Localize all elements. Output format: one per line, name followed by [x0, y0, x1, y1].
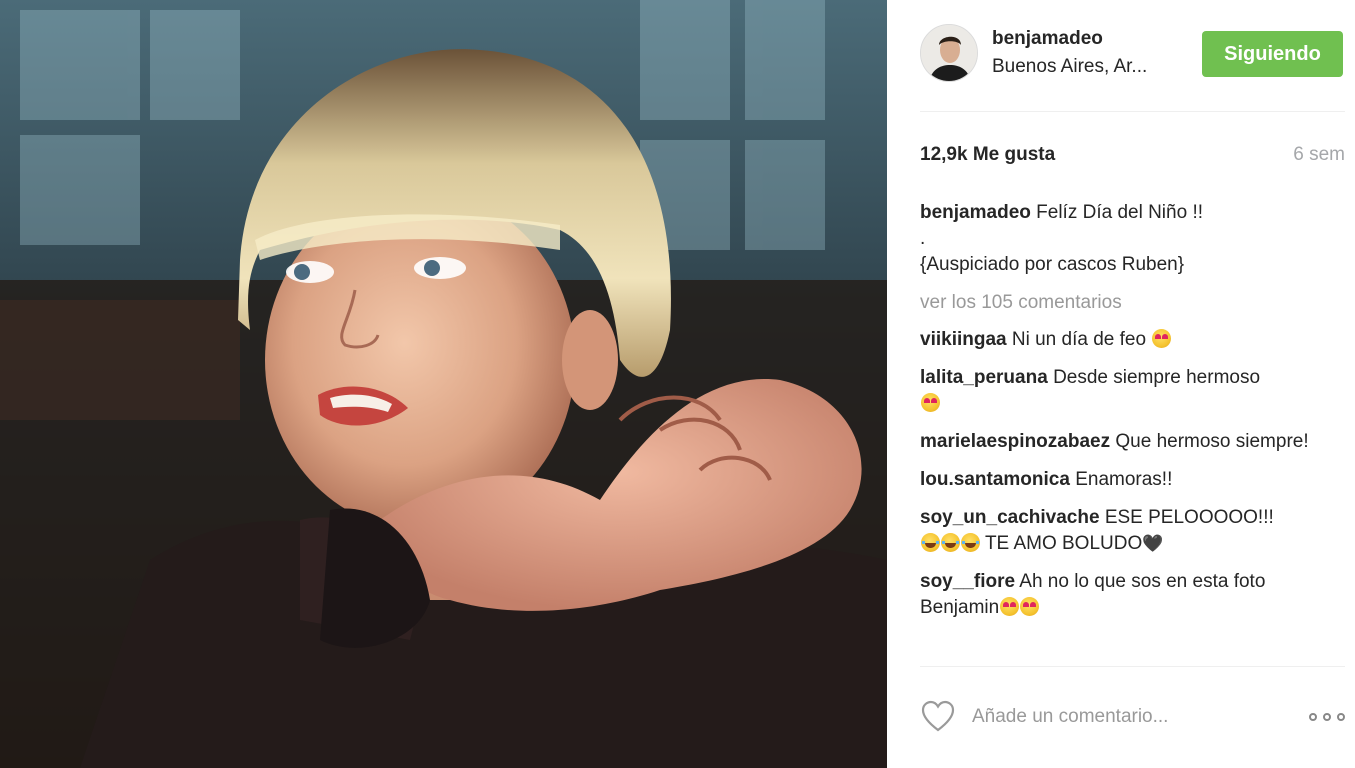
comment-username[interactable]: soy_un_cachivache — [920, 507, 1100, 528]
view-all-comments-link[interactable]: ver los 105 comentarios — [920, 290, 1345, 316]
comment: marielaespinozabaez Que hermoso siempre! — [920, 429, 1345, 455]
divider — [920, 666, 1345, 667]
comment-bar — [920, 700, 1345, 734]
caption-text: Felíz Día del Niño !! — [1036, 202, 1203, 223]
comment-text: Enamoras!! — [1075, 469, 1173, 490]
instagram-post: benjamadeo Buenos Aires, Ar... Siguiendo… — [0, 0, 1355, 768]
heart-eyes-emoji-icon — [1000, 597, 1020, 616]
following-button[interactable]: Siguiendo — [1202, 31, 1343, 77]
comment-text: Que hermoso siempre! — [1115, 431, 1309, 452]
add-comment-input[interactable] — [970, 702, 1274, 732]
comment: soy_un_cachivache ESE PELOOOOO!!! TE AMO… — [920, 505, 1345, 557]
post-photo-image — [0, 0, 887, 768]
heart-eyes-emoji-icon — [1152, 329, 1172, 348]
post-header: benjamadeo Buenos Aires, Ar... Siguiendo — [920, 22, 1345, 90]
divider — [920, 111, 1345, 112]
post-photo[interactable] — [0, 0, 887, 768]
heart-eyes-emoji-icon — [921, 393, 940, 412]
joy-emoji-icon — [961, 533, 980, 552]
caption: benjamadeo Felíz Día del Niño !! . {Ausp… — [920, 200, 1345, 278]
comment-username[interactable]: marielaespinozabaez — [920, 431, 1110, 452]
author-username[interactable]: benjamadeo — [992, 28, 1103, 50]
avatar[interactable] — [920, 24, 978, 82]
dot — [1309, 713, 1317, 721]
caption-username[interactable]: benjamadeo — [920, 202, 1031, 223]
likes-row: 12,9k Me gusta 6 sem — [920, 144, 1345, 170]
comment: soy__fiore Ah no lo que sos en esta foto… — [920, 569, 1345, 621]
caption-text-line2: . — [920, 228, 926, 249]
post-location[interactable]: Buenos Aires, Ar... — [992, 56, 1172, 78]
comment: lou.santamonica Enamoras!! — [920, 467, 1345, 493]
joy-emoji-icon — [941, 533, 960, 552]
comment-username[interactable]: viikiingaa — [920, 329, 1007, 350]
dot — [1337, 713, 1345, 721]
joy-emoji-icon — [921, 533, 940, 552]
comment-username[interactable]: lalita_peruana — [920, 367, 1048, 388]
heart-eyes-emoji-icon — [1020, 597, 1040, 616]
comment-text: Desde siempre hermoso — [1053, 367, 1261, 388]
likes-count[interactable]: 12,9k Me gusta — [920, 144, 1055, 166]
black-heart-icon: 🖤 — [1142, 534, 1164, 553]
comment-text-line2: TE AMO BOLUDO — [984, 533, 1143, 554]
post-time[interactable]: 6 sem — [1293, 144, 1345, 166]
comment: lalita_peruana Desde siempre hermoso — [920, 365, 1345, 417]
heart-outline-icon[interactable] — [920, 700, 956, 734]
comment-text: Ni un día de feo — [1011, 329, 1147, 350]
more-options-icon[interactable] — [1309, 707, 1345, 727]
comments-list: benjamadeo Felíz Día del Niño !! . {Ausp… — [920, 200, 1345, 633]
comment-text: ESE PELOOOOO!!! — [1104, 507, 1274, 528]
post-sidebar: benjamadeo Buenos Aires, Ar... Siguiendo… — [887, 0, 1355, 768]
dot — [1323, 713, 1331, 721]
comment-username[interactable]: lou.santamonica — [920, 469, 1070, 490]
comment: viikiingaa Ni un día de feo — [920, 327, 1345, 353]
caption-text-line3: {Auspiciado por cascos Ruben} — [920, 254, 1185, 275]
comment-username[interactable]: soy__fiore — [920, 571, 1015, 592]
